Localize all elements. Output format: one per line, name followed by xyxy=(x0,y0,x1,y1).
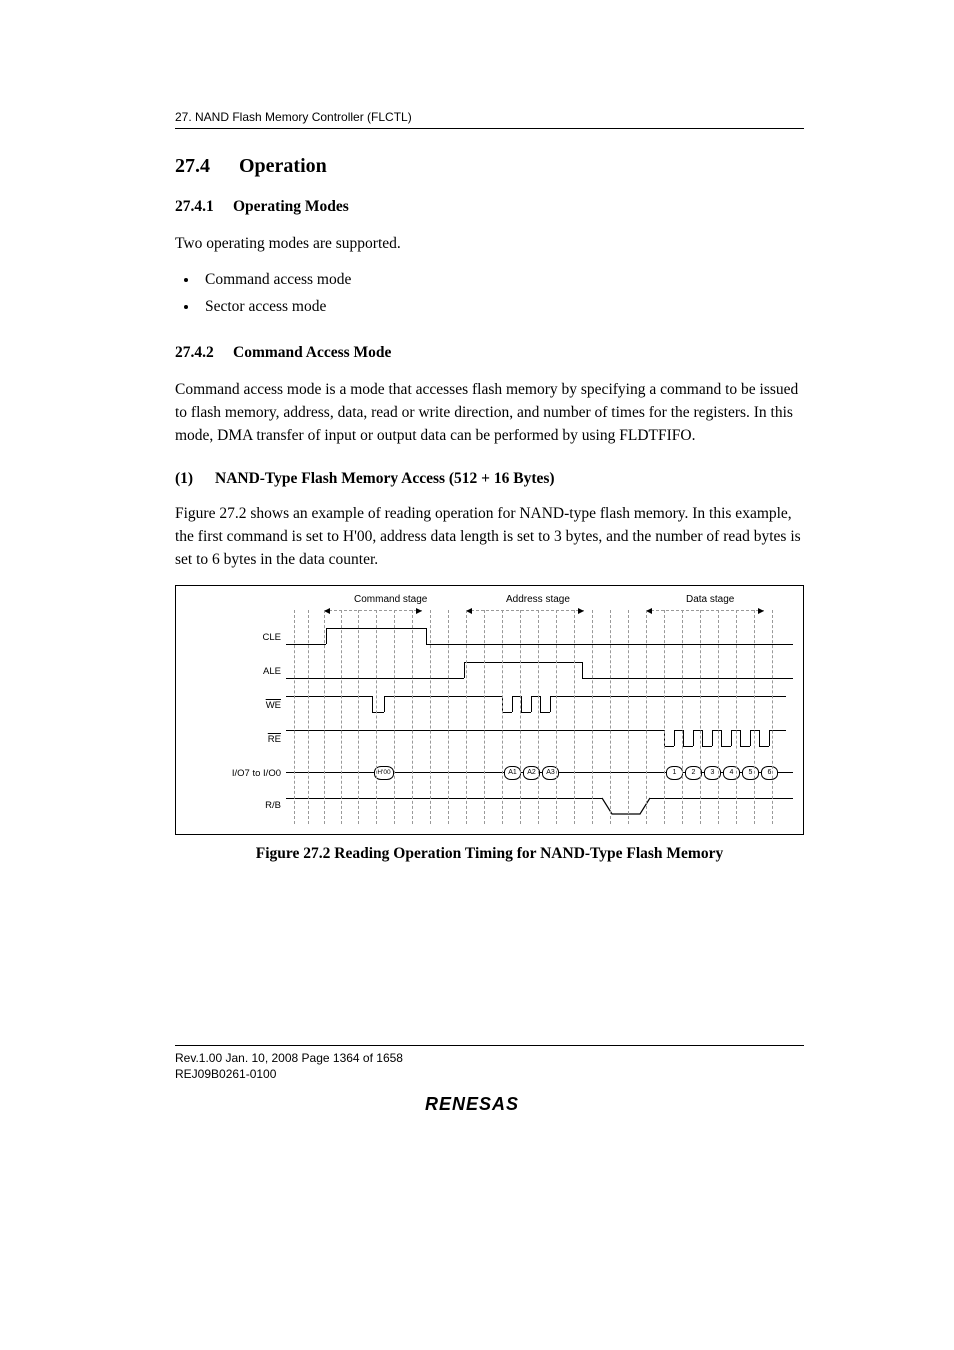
grid-line xyxy=(448,610,449,824)
grid-line xyxy=(556,610,557,824)
grid-line xyxy=(628,610,629,824)
footer-line-2: REJ09B0261-0100 xyxy=(175,1066,804,1082)
grid-line xyxy=(610,610,611,824)
list-item: Command access mode xyxy=(199,267,804,293)
grid-line xyxy=(308,610,309,824)
stage-label-address: Address stage xyxy=(506,594,570,605)
subsection-number: 27.4.2 xyxy=(175,344,233,362)
renesas-logo: RENESAS xyxy=(175,1093,804,1120)
grid-line xyxy=(376,610,377,824)
section-title: Operation xyxy=(239,155,327,177)
stage-label-data: Data stage xyxy=(686,594,734,605)
io-bubble-a1: A1 xyxy=(504,766,521,780)
grid-line xyxy=(646,610,647,824)
stage-label-command: Command stage xyxy=(354,594,427,605)
intro-paragraph: Two operating modes are supported. xyxy=(175,232,804,255)
grid-line xyxy=(754,610,755,824)
signal-row-rb: R/B xyxy=(176,794,803,818)
subsection-heading: 27.4.2Command Access Mode xyxy=(175,344,804,362)
footer-line-1: Rev.1.00 Jan. 10, 2008 Page 1364 of 1658 xyxy=(175,1050,804,1066)
timing-diagram: Command stage Address stage Data stage 1… xyxy=(175,585,804,835)
svg-text:RENESAS: RENESAS xyxy=(425,1094,519,1114)
subsection-title: Command Access Mode xyxy=(233,344,391,361)
grid-line xyxy=(682,610,683,824)
grid-line xyxy=(430,610,431,824)
page-footer: Rev.1.00 Jan. 10, 2008 Page 1364 of 1658… xyxy=(175,1045,804,1082)
io-bubble-d1: 1 xyxy=(666,766,683,780)
section-heading: 27.4Operation xyxy=(175,155,804,178)
signal-label: I/O7 to I/O0 xyxy=(176,768,281,779)
grid-line xyxy=(412,610,413,824)
signal-label: RE xyxy=(176,734,281,745)
body-paragraph: Command access mode is a mode that acces… xyxy=(175,378,804,448)
sub-sub-title: NAND-Type Flash Memory Access (512 + 16 … xyxy=(215,470,555,487)
grid-line xyxy=(358,610,359,824)
grid-line xyxy=(520,610,521,824)
grid-line xyxy=(294,610,295,824)
list-item: Sector access mode xyxy=(199,294,804,320)
sub-subheading: (1)NAND-Type Flash Memory Access (512 + … xyxy=(175,470,804,488)
grid-line xyxy=(736,610,737,824)
section-number: 27.4 xyxy=(175,155,239,178)
io-bubble-d6: 6 xyxy=(761,766,778,780)
grid-line xyxy=(502,610,503,824)
sub-sub-number: (1) xyxy=(175,470,215,488)
grid-line xyxy=(700,610,701,824)
signal-label: ALE xyxy=(176,666,281,677)
signal-label: R/B xyxy=(176,800,281,811)
grid-line xyxy=(664,610,665,824)
subsection-number: 27.4.1 xyxy=(175,198,233,216)
figure-caption: Figure 27.2 Reading Operation Timing for… xyxy=(175,845,804,863)
signal-row-io: I/O7 to I/O0 H'00 A1 A2 A3 1 2 3 4 5 6 xyxy=(176,762,803,786)
signal-row-cle: CLE xyxy=(176,626,803,650)
grid-line xyxy=(574,610,575,824)
subsection-heading: 27.4.1Operating Modes xyxy=(175,198,804,216)
stage-range-arrow xyxy=(324,610,422,611)
signal-label: WE xyxy=(176,700,281,711)
subsection-title: Operating Modes xyxy=(233,198,349,215)
body-paragraph: Figure 27.2 shows an example of reading … xyxy=(175,502,804,572)
grid-line xyxy=(484,610,485,824)
grid-line xyxy=(324,610,325,824)
grid-line xyxy=(718,610,719,824)
signal-label: CLE xyxy=(176,632,281,643)
grid-line xyxy=(466,610,467,824)
io-bubble-d5: 5 xyxy=(742,766,759,780)
io-bubble-d4: 4 xyxy=(723,766,740,780)
io-bubble-cmd: H'00 xyxy=(374,766,394,780)
header-rule xyxy=(175,128,804,129)
signal-row-ale: ALE xyxy=(176,660,803,684)
grid-line xyxy=(394,610,395,824)
running-header: 27. NAND Flash Memory Controller (FLCTL) xyxy=(175,110,804,124)
grid-line xyxy=(772,610,773,824)
signal-row-re: RE xyxy=(176,728,803,752)
grid-line xyxy=(341,610,342,824)
grid-line xyxy=(538,610,539,824)
footer-rule xyxy=(175,1045,804,1046)
signal-row-we: WE xyxy=(176,694,803,718)
grid-line xyxy=(592,610,593,824)
mode-list: Command access mode Sector access mode xyxy=(175,267,804,320)
